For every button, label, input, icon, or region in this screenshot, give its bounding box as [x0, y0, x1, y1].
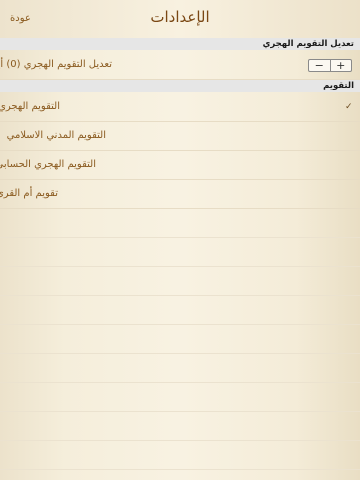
section-header-adjust: تعديل التقويم الهجري — [0, 38, 360, 50]
checkmark-icon: ✓ — [345, 102, 353, 112]
adjust-row: − + تعديل التقويم الهجري (0) أيام — [0, 51, 360, 80]
empty-row — [0, 383, 360, 412]
calendar-option-label: التقويم الهجري — [0, 101, 60, 112]
empty-row — [0, 296, 360, 325]
empty-row — [0, 441, 360, 470]
page-title: الإعدادات — [150, 8, 210, 26]
empty-row — [0, 209, 360, 238]
increment-button[interactable]: + — [329, 60, 352, 71]
calendar-option-hijri[interactable]: التقويم الهجري ✓ — [0, 93, 360, 122]
calendar-option-label: التقويم الهجري الحسابي — [0, 159, 96, 170]
calendar-option-label: تقويم أم القرى — [0, 188, 58, 199]
calendar-option-civil-islamic[interactable]: التقويم المدني الاسلامي — [0, 122, 360, 151]
navigation-bar: عودة الإعدادات — [0, 0, 360, 38]
empty-row — [0, 238, 360, 267]
adjust-label: تعديل التقويم الهجري (0) أيام — [0, 59, 112, 70]
section-header-calendar: التقويم — [0, 80, 360, 92]
calendar-option-arithmetic-hijri[interactable]: التقويم الهجري الحسابي — [0, 151, 360, 180]
empty-row — [0, 267, 360, 296]
calendar-option-umm-al-qura[interactable]: تقويم أم القرى — [0, 180, 360, 209]
calendar-option-label: التقويم المدني الاسلامي — [6, 130, 106, 141]
decrement-button[interactable]: − — [309, 60, 330, 71]
empty-row — [0, 354, 360, 383]
days-stepper[interactable]: − + — [308, 59, 352, 72]
empty-row — [0, 325, 360, 354]
empty-row — [0, 412, 360, 441]
